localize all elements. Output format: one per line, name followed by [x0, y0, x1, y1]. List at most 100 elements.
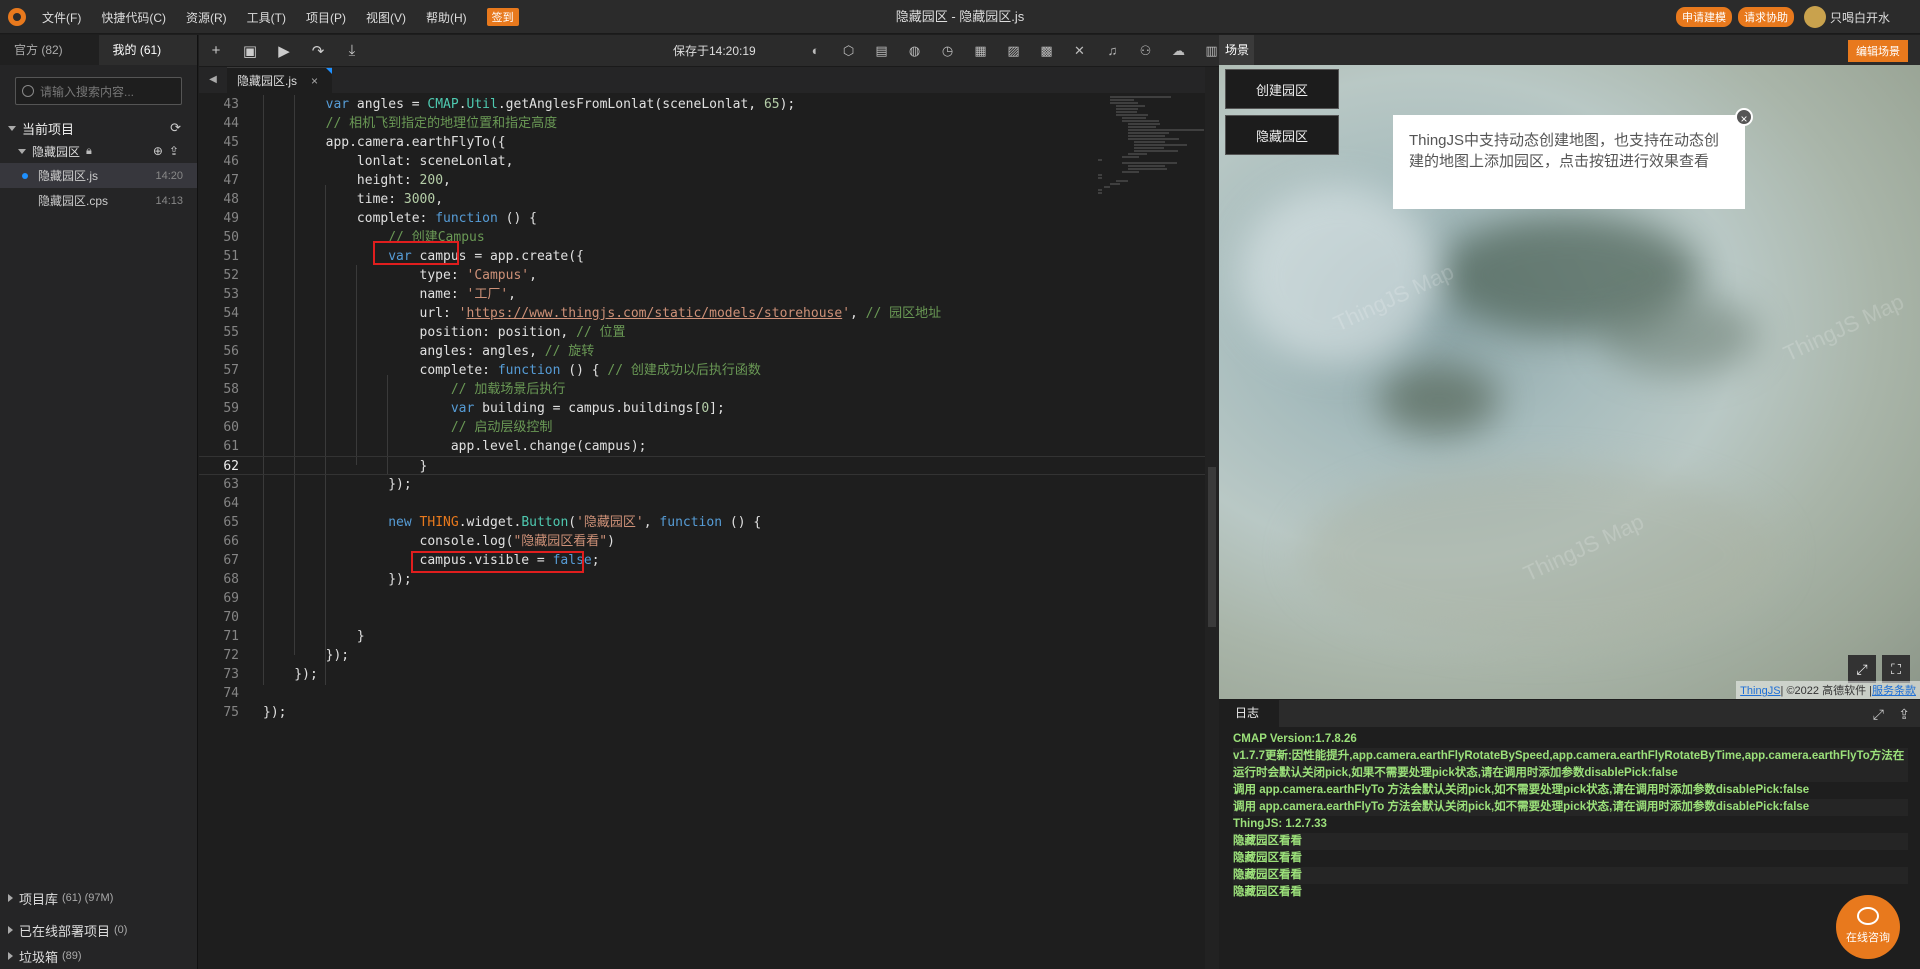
code-line[interactable]: 66 console.log("隐藏园区看看") [199, 532, 1205, 551]
layout-icon[interactable]: ▦ [964, 43, 997, 59]
close-icon[interactable]: × [1735, 108, 1753, 126]
upload-icon[interactable]: ⇪ [169, 144, 185, 158]
cube-icon[interactable]: ⬡ [832, 43, 865, 59]
code-line[interactable]: 67 campus.visible = false; [199, 551, 1205, 570]
code-line[interactable]: 69 [199, 589, 1205, 608]
tab-scene[interactable]: 场景 [1219, 35, 1254, 65]
download-icon[interactable]: ⤓ [335, 42, 369, 59]
apply-modeling-button[interactable]: 申请建模 [1675, 7, 1732, 27]
code-line[interactable]: 74 [199, 684, 1205, 703]
code-line[interactable]: 65 new THING.widget.Button('隐藏园区', funct… [199, 513, 1205, 532]
code-line[interactable]: 61 app.level.change(campus); [199, 437, 1205, 456]
share-icon[interactable]: ↷ [301, 42, 335, 60]
code-line[interactable]: 64 [199, 494, 1205, 513]
current-project-header[interactable]: 当前项目 ⟳ [0, 117, 197, 139]
avatar[interactable] [1803, 6, 1826, 28]
log-entry: 调用 app.camera.earthFlyTo 方法会默认关闭pick,如不需… [1233, 799, 1908, 816]
building-icon[interactable]: ▤ [865, 43, 898, 59]
export-icon[interactable]: ⇪ [1898, 706, 1910, 723]
code-text: type: 'Campus', [263, 268, 537, 283]
close-icon[interactable]: × [311, 74, 318, 88]
run-icon[interactable]: ▶ [267, 42, 301, 60]
code-line[interactable]: 43 var angles = CMAP.Util.getAnglesFromL… [199, 95, 1205, 114]
image-icon[interactable]: ▨ [997, 43, 1030, 59]
cloud-icon[interactable]: ☁ [1162, 43, 1195, 59]
new-file-icon[interactable]: ⊕ [153, 144, 169, 158]
code-line[interactable]: 68 }); [199, 570, 1205, 589]
code-line[interactable]: 62 } [199, 456, 1205, 475]
code-line[interactable]: 60 // 启动层级控制 [199, 418, 1205, 437]
code-line[interactable]: 50 // 创建Campus [199, 228, 1205, 247]
file-item[interactable]: 隐藏园区.cps 14:13 [0, 188, 197, 213]
fullscreen-icon[interactable]: ⛶ [1882, 655, 1910, 683]
code-line[interactable]: 70 [199, 608, 1205, 627]
menu-resources[interactable]: 资源(R) [186, 9, 227, 26]
code-line[interactable]: 75}); [199, 703, 1205, 722]
code-line[interactable]: 73 }); [199, 665, 1205, 684]
trash[interactable]: 垃圾箱 (89) [0, 943, 198, 969]
code-line[interactable]: 58 // 加载场景后执行 [199, 380, 1205, 399]
code-line[interactable]: 72 }); [199, 646, 1205, 665]
menu-view[interactable]: 视图(V) [366, 9, 406, 26]
deployed-projects[interactable]: 已在线部署项目 (0) [0, 917, 198, 943]
chevron-left-icon[interactable]: ◀ [199, 67, 227, 93]
thingjs-link[interactable]: ThingJS [1740, 685, 1780, 697]
code-line[interactable]: 46 lonlat: sceneLonlat, [199, 152, 1205, 171]
menu-snippets[interactable]: 快捷代码(C) [101, 9, 166, 26]
code-line[interactable]: 52 type: 'Campus', [199, 266, 1205, 285]
theme-icon[interactable]: ◐ [799, 43, 832, 59]
code-line[interactable]: 44 // 相机飞到指定的地理位置和指定高度 [199, 114, 1205, 133]
code-line[interactable]: 47 height: 200, [199, 171, 1205, 190]
menu-project[interactable]: 项目(P) [306, 9, 346, 26]
globe-icon[interactable]: ◍ [898, 43, 931, 59]
username[interactable]: 只喝白开水 [1830, 9, 1890, 26]
code-editor[interactable]: 43 var angles = CMAP.Util.getAnglesFromL… [199, 95, 1205, 969]
save-icon[interactable]: ▣ [233, 42, 267, 60]
picture-icon[interactable]: ▩ [1030, 43, 1063, 59]
new-icon[interactable]: + [199, 42, 233, 59]
tab-file[interactable]: 隐藏园区.js × [227, 67, 333, 93]
terms-link[interactable]: 服务条款 [1872, 685, 1916, 697]
online-chat-button[interactable]: 在线咨询 [1836, 895, 1900, 959]
menu-tools[interactable]: 工具(T) [247, 9, 286, 26]
checkin-button[interactable]: 签到 [486, 8, 519, 26]
scene-viewport[interactable]: ThingJS Map ThingJS Map ThingJS Map 创建园区… [1219, 65, 1920, 699]
code-line[interactable]: 55 position: position, // 位置 [199, 323, 1205, 342]
hide-campus-button[interactable]: 隐藏园区 [1225, 115, 1339, 155]
music-icon[interactable]: ♫ [1096, 43, 1129, 59]
external-link-icon[interactable]: ⤢ [1848, 655, 1876, 683]
project-sidebar: 官方 (82) 我的 (61) 请输入搜索内容... 当前项目 ⟳ 隐藏园区 🔒… [0, 35, 198, 969]
code-line[interactable]: 57 complete: function () { // 创建成功以后执行函数 [199, 361, 1205, 380]
code-line[interactable]: 51 var campus = app.create({ [199, 247, 1205, 266]
code-line[interactable]: 56 angles: angles, // 旋转 [199, 342, 1205, 361]
group-icon[interactable]: ⚇ [1129, 43, 1162, 59]
tab-mine[interactable]: 我的 (61) [98, 35, 197, 65]
code-line[interactable]: 71 } [199, 627, 1205, 646]
tab-official[interactable]: 官方 (82) [0, 35, 99, 65]
project-library[interactable]: 项目库 (61) (97M) [0, 885, 198, 911]
tools-icon[interactable]: ✕ [1063, 43, 1096, 59]
code-line[interactable]: 63 }); [199, 475, 1205, 494]
code-line[interactable]: 45 app.camera.earthFlyTo({ [199, 133, 1205, 152]
create-campus-button[interactable]: 创建园区 [1225, 69, 1339, 109]
edit-scene-button[interactable]: 编辑场景 [1848, 40, 1908, 62]
scrollbar[interactable] [1205, 67, 1219, 969]
clock-icon[interactable]: ◷ [931, 43, 964, 59]
search-input[interactable]: 请输入搜索内容... [15, 77, 182, 105]
code-line[interactable]: 54 url: 'https://www.thingjs.com/static/… [199, 304, 1205, 323]
project-node[interactable]: 隐藏园区 🔒︎ ⊕⇪ [0, 139, 197, 163]
trash-label: 垃圾箱 [19, 949, 59, 965]
menu-file[interactable]: 文件(F) [42, 9, 81, 26]
code-line[interactable]: 48 time: 3000, [199, 190, 1205, 209]
tab-log[interactable]: 日志 [1219, 700, 1279, 727]
menu-help[interactable]: 帮助(H) [426, 9, 467, 26]
refresh-icon[interactable]: ⟳ [170, 120, 181, 136]
code-line[interactable]: 49 complete: function () { [199, 209, 1205, 228]
code-line[interactable]: 53 name: '工厂', [199, 285, 1205, 304]
request-help-button[interactable]: 请求协助 [1737, 7, 1794, 27]
code-line[interactable]: 59 var building = campus.buildings[0]; [199, 399, 1205, 418]
minimap[interactable] [1098, 95, 1204, 245]
title-bar: 文件(F) 快捷代码(C) 资源(R) 工具(T) 项目(P) 视图(V) 帮助… [0, 0, 1920, 34]
popout-icon[interactable]: ⤢ [1873, 706, 1884, 723]
file-item[interactable]: 隐藏园区.js 14:20 [0, 163, 197, 188]
